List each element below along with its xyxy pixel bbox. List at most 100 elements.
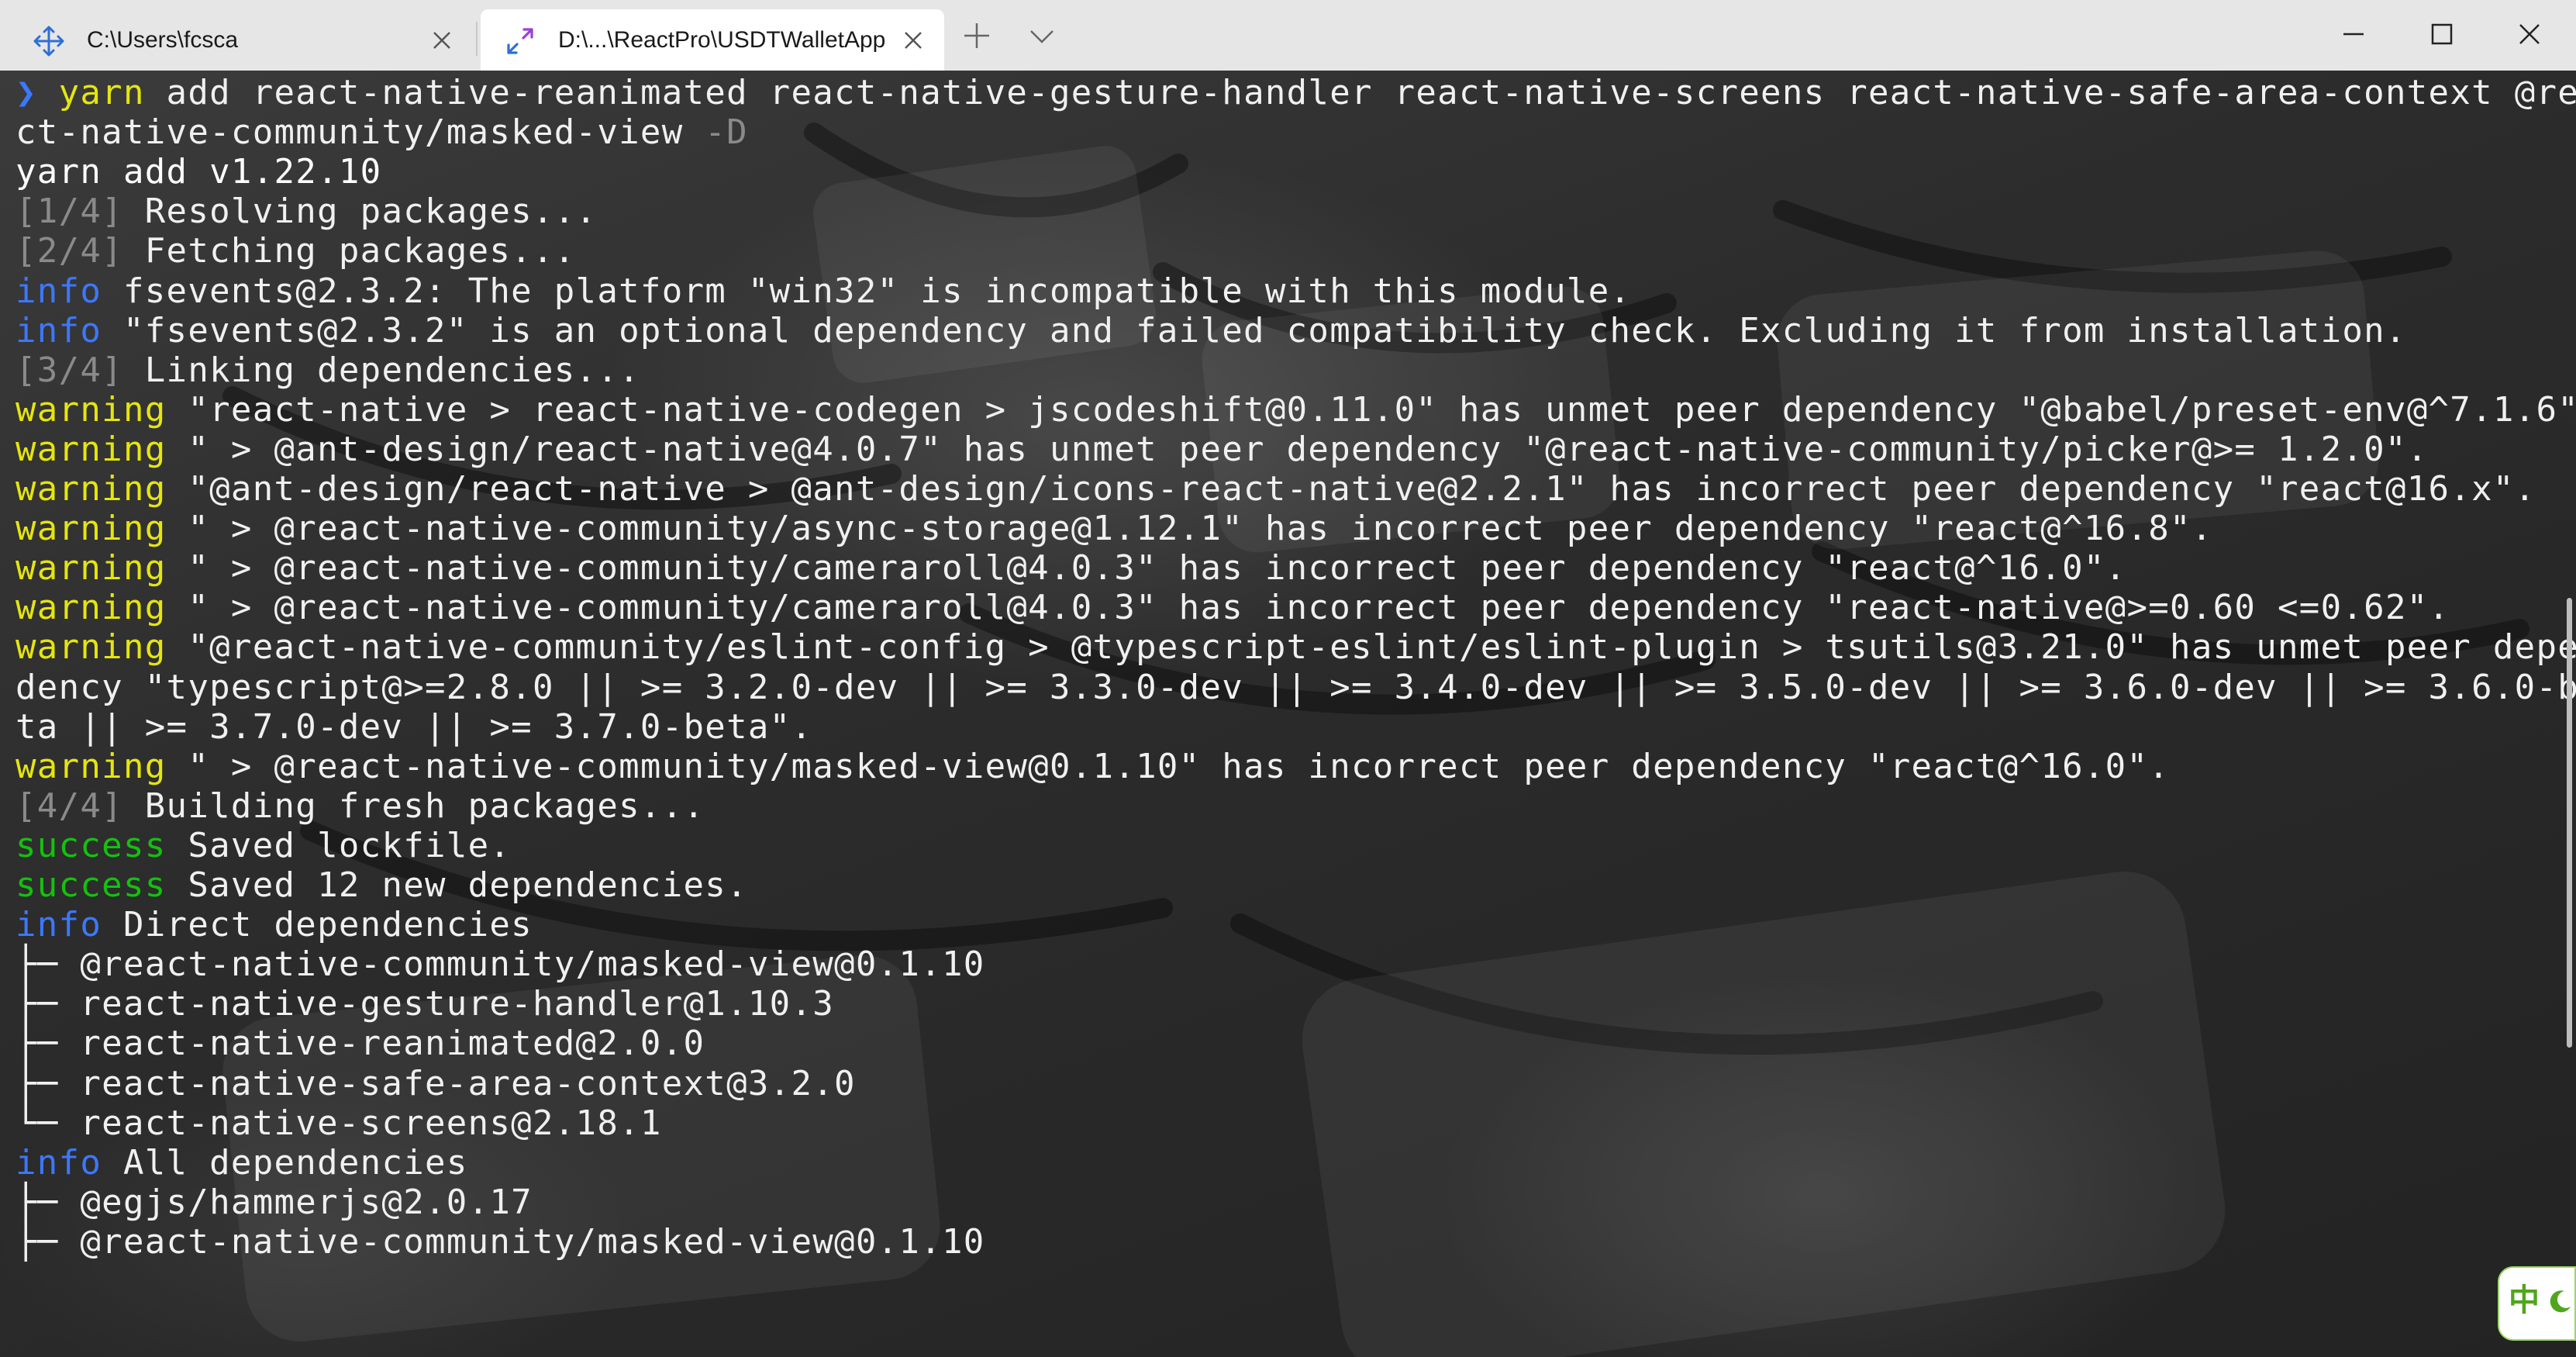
terminal-text-segment: ├─ @react-native-community/masked-view@0… xyxy=(16,1221,985,1262)
ime-indicator[interactable]: 中 xyxy=(2498,1266,2576,1341)
terminal-line: ❯ yarn add react-native-reanimated react… xyxy=(16,72,2576,114)
terminal-text-segment: " > @react-native-community/cameraroll@4… xyxy=(166,588,2450,628)
title-bar: C:\Users\fcsca D:\...\ReactPro\USDTWalle… xyxy=(0,0,2576,71)
terminal-line: [3/4] Linking dependencies... xyxy=(16,350,640,392)
terminal-text-segment: ├─ react-native-safe-area-context@3.2.0 xyxy=(16,1063,856,1103)
terminal-line: ├─ react-native-safe-area-context@3.2.0 xyxy=(16,1063,856,1105)
terminal-text-segment: [1/4] xyxy=(16,192,145,232)
tab-users[interactable]: C:\Users\fcsca xyxy=(9,9,473,71)
terminal-text-segment: warning xyxy=(16,389,167,430)
terminal-text-segment: info xyxy=(16,1142,102,1183)
tab-usdtwalletapp[interactable]: D:\...\ReactPro\USDTWalletApp xyxy=(481,9,944,71)
terminal-line: warning " > @react-native-community/mask… xyxy=(16,746,2170,788)
terminal-text-segment: Direct dependencies xyxy=(102,905,533,945)
terminal-line: warning "react-native > react-native-cod… xyxy=(16,389,2576,431)
terminal-line: ├─ @egjs/hammerjs@2.0.17 xyxy=(16,1182,533,1224)
terminal-text-segment: " > @react-native-community/cameraroll@4… xyxy=(166,548,2127,589)
terminal-text-segment: info xyxy=(16,310,102,350)
move-arrows-icon xyxy=(33,25,65,57)
minimize-icon[interactable] xyxy=(2307,0,2400,71)
terminal-line: info Direct dependencies xyxy=(16,904,533,946)
terminal-line: yarn add v1.22.10 xyxy=(16,151,381,193)
close-icon[interactable] xyxy=(2483,0,2576,71)
terminal-text-segment: [3/4] xyxy=(16,350,145,390)
terminal-text-segment: warning xyxy=(16,548,167,589)
terminal-line: success Saved 12 new dependencies. xyxy=(16,865,748,906)
terminal-text-segment: -D xyxy=(705,112,748,153)
terminal-line: ├─ react-native-reanimated@2.0.0 xyxy=(16,1023,705,1065)
terminal-text-segment: " > @react-native-community/masked-view@… xyxy=(166,746,2171,786)
scrollbar[interactable] xyxy=(2564,71,2576,1357)
terminal-line: warning "@ant-design/react-native > @ant… xyxy=(16,468,2536,510)
terminal-text-segment: ├─ @react-native-community/masked-view@0… xyxy=(16,944,985,985)
terminal-text-segment: Saved 12 new dependencies. xyxy=(166,865,748,905)
terminal-text-segment: "fsevents@2.3.2" is an optional dependen… xyxy=(102,310,2407,350)
terminal-line: ├─ @react-native-community/masked-view@0… xyxy=(16,1221,985,1263)
terminal-text-segment: " > @ant-design/react-native@4.0.7" has … xyxy=(166,429,2429,469)
terminal-text-segment: ├─ react-native-reanimated@2.0.0 xyxy=(16,1024,705,1064)
terminal-line: warning " > @react-native-community/asyn… xyxy=(16,508,2213,550)
terminal-text-segment: warning xyxy=(16,746,167,786)
terminal-text-segment: fsevents@2.3.2: The platform "win32" is … xyxy=(102,271,1632,311)
close-icon[interactable] xyxy=(431,29,453,51)
terminal-text-segment: success xyxy=(16,825,167,865)
maximize-icon[interactable] xyxy=(2395,0,2488,71)
tab-title: C:\Users\fcsca xyxy=(87,27,239,53)
terminal-line: ├─ @react-native-community/masked-view@0… xyxy=(16,944,985,986)
terminal-pane[interactable]: ❯ yarn add react-native-reanimated react… xyxy=(0,71,2576,1357)
terminal-text-segment: info xyxy=(16,905,102,945)
terminal-text-segment: info xyxy=(16,271,102,311)
terminal-line: info fsevents@2.3.2: The platform "win32… xyxy=(16,271,1631,312)
terminal-line: ├─ react-native-gesture-handler@1.10.3 xyxy=(16,983,834,1025)
tab-separator xyxy=(476,22,478,56)
terminal-text-segment: warning xyxy=(16,429,167,469)
terminal-text-segment: success xyxy=(16,865,167,905)
terminal-line: [4/4] Building fresh packages... xyxy=(16,786,705,827)
terminal-text-segment: All dependencies xyxy=(102,1142,468,1183)
terminal-line: info All dependencies xyxy=(16,1142,468,1184)
terminal-text-segment: ❯ xyxy=(16,73,59,112)
ime-mode-label: 中 xyxy=(2509,1283,2540,1318)
terminal-line: ct-native-community/masked-view -D xyxy=(16,112,748,154)
moon-icon xyxy=(2546,1288,2574,1316)
terminal-text-segment: " > @react-native-community/async-storag… xyxy=(166,509,2213,549)
terminal-text-segment: warning xyxy=(16,588,167,628)
terminal-text-segment: "@ant-design/react-native > @ant-design/… xyxy=(166,469,2536,509)
tab-title: D:\...\ReactPro\USDTWalletApp xyxy=(558,27,886,53)
terminal-text-segment: └─ react-native-screens@2.18.1 xyxy=(16,1103,662,1143)
terminal-text-segment: ├─ @egjs/hammerjs@2.0.17 xyxy=(16,1182,533,1222)
terminal-text-segment: "react-native > react-native-codegen > j… xyxy=(166,389,2576,430)
terminal-text-segment: Building fresh packages... xyxy=(144,786,705,826)
terminal-line: warning "@react-native-community/eslint-… xyxy=(16,627,2576,668)
terminal-text-segment: ta || >= 3.7.0-dev || >= 3.7.0-beta". xyxy=(16,706,813,747)
terminal-text-segment: [4/4] xyxy=(16,786,145,826)
scrollbar-thumb[interactable] xyxy=(2567,598,2572,1048)
terminal-text-segment: add react-native-reanimated react-native… xyxy=(144,73,2576,112)
terminal-text-segment: yarn add v1.22.10 xyxy=(16,152,382,192)
terminal-text-segment: Saved lockfile. xyxy=(166,825,512,865)
terminal-line: [2/4] Fetching packages... xyxy=(16,230,576,272)
terminal-text-segment: ct-native-community/masked-view xyxy=(16,112,705,153)
chevron-down-icon[interactable] xyxy=(1017,11,1067,60)
terminal-line: [1/4] Resolving packages... xyxy=(16,191,597,233)
terminal-text-segment: [2/4] xyxy=(16,231,145,271)
terminal-text-segment: warning xyxy=(16,509,167,549)
terminal-line: warning " > @react-native-community/came… xyxy=(16,547,2126,589)
terminal-text-segment: Resolving packages... xyxy=(144,192,598,232)
terminal-text-segment: yarn xyxy=(58,73,145,112)
terminal-line: dency "typescript@>=2.8.0 || >= 3.2.0-de… xyxy=(16,667,2576,709)
close-icon[interactable] xyxy=(902,29,924,51)
terminal-line: info "fsevents@2.3.2" is an optional dep… xyxy=(16,310,2407,352)
terminal-line: warning " > @react-native-community/came… xyxy=(16,587,2450,629)
terminal-line: success Saved lockfile. xyxy=(16,825,511,867)
plus-icon[interactable] xyxy=(952,11,1002,60)
terminal-line: warning " > @ant-design/react-native@4.0… xyxy=(16,429,2429,471)
resize-arrows-icon xyxy=(504,25,536,57)
terminal-text-segment: warning xyxy=(16,469,167,509)
terminal-text-segment: Fetching packages... xyxy=(144,231,576,271)
terminal-text-segment: "@react-native-community/eslint-config >… xyxy=(166,627,2576,668)
terminal-line: ta || >= 3.7.0-dev || >= 3.7.0-beta". xyxy=(16,706,812,748)
terminal-text-segment: dency "typescript@>=2.8.0 || >= 3.2.0-de… xyxy=(16,667,2576,707)
terminal-text-segment: ├─ react-native-gesture-handler@1.10.3 xyxy=(16,984,835,1024)
terminal-line: └─ react-native-screens@2.18.1 xyxy=(16,1103,662,1145)
